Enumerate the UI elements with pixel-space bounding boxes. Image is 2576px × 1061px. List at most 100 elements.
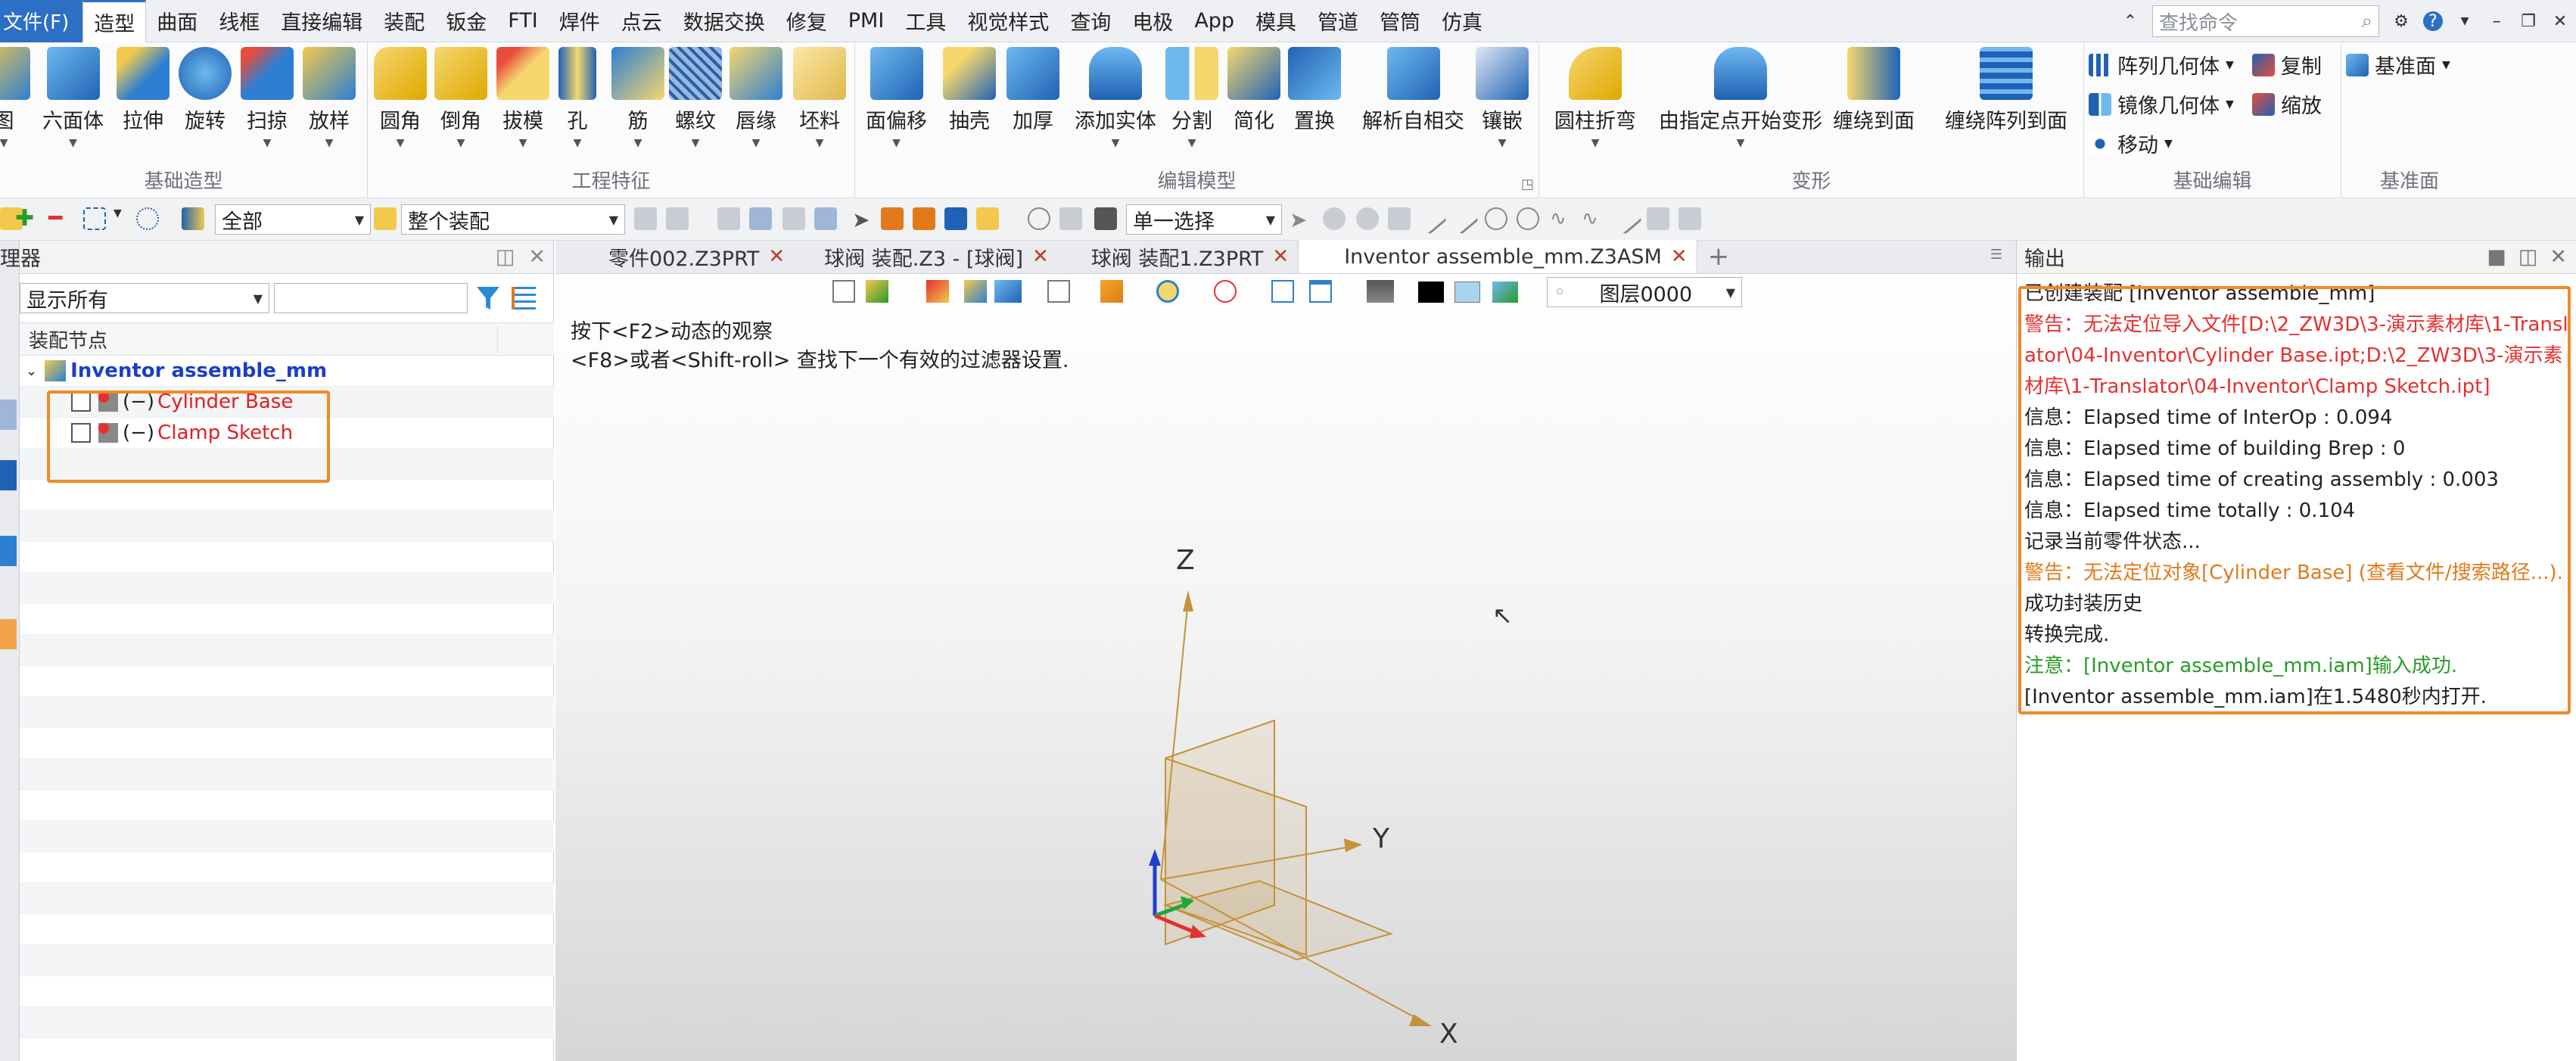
- file-menu[interactable]: 文件(F): [0, 0, 83, 42]
- output-close-icon[interactable]: ✕: [2550, 245, 2567, 269]
- line-icon[interactable]: [1414, 202, 1448, 235]
- menu-wireframe[interactable]: 线框: [208, 0, 270, 42]
- ribbon-btn-chamfer[interactable]: 倒角 ▼: [434, 47, 487, 149]
- menu-piping[interactable]: 管道: [1307, 0, 1369, 42]
- ribbon-btn-pattern[interactable]: 阵列几何体 ▼: [2089, 50, 2234, 79]
- menu-repair[interactable]: 修复: [776, 0, 838, 42]
- ribbon-btn-revolve[interactable]: 旋转: [179, 47, 232, 134]
- panel-close-icon[interactable]: ✕: [528, 245, 546, 269]
- stop-icon[interactable]: [1094, 207, 1117, 230]
- dock-icon-a[interactable]: [0, 400, 17, 430]
- ribbon-btn-cylinder-bend[interactable]: 圆柱折弯 ▼: [1554, 47, 1636, 149]
- curve-b-icon[interactable]: ∿: [1582, 207, 1604, 230]
- menu-electrode[interactable]: 电极: [1122, 0, 1184, 42]
- circle-icon[interactable]: [1485, 207, 1507, 230]
- ribbon-btn-simplify[interactable]: 简化: [1227, 47, 1280, 134]
- dock-icon-b[interactable]: [0, 460, 17, 490]
- ribbon-btn-face-offset[interactable]: 面偏移 ▼: [866, 47, 927, 149]
- menu-fti[interactable]: FTI: [497, 0, 549, 42]
- menu-surface[interactable]: 曲面: [146, 0, 208, 42]
- tree-options-icon[interactable]: [512, 287, 536, 310]
- help-icon[interactable]: ?: [2423, 11, 2443, 31]
- ribbon-btn-shell[interactable]: 抽壳: [943, 47, 996, 134]
- ribbon-btn-sweep[interactable]: 扫掠 ▼: [241, 47, 294, 149]
- menu-visual-style[interactable]: 视觉样式: [957, 0, 1059, 42]
- tool-f-icon[interactable]: [814, 207, 837, 230]
- ribbon-btn-split[interactable]: 分割 ▼: [1165, 47, 1218, 149]
- menu-pmi[interactable]: PMI: [838, 0, 895, 42]
- funnel-filter-icon[interactable]: [477, 287, 499, 310]
- play-icon[interactable]: [1356, 207, 1379, 230]
- tool-p-icon[interactable]: [1678, 207, 1701, 230]
- menu-app[interactable]: App: [1184, 0, 1245, 42]
- restore-icon[interactable]: ❐: [2518, 11, 2538, 31]
- lasso-icon[interactable]: [136, 207, 159, 230]
- tool-m-icon[interactable]: [1323, 207, 1346, 230]
- tool-c-icon[interactable]: [717, 207, 740, 230]
- filter-list-icon[interactable]: [182, 207, 204, 230]
- tool-e-icon[interactable]: [782, 207, 805, 230]
- select-mode-combo[interactable]: 单一选择 ▼: [1126, 204, 1282, 235]
- line-c-icon[interactable]: [1610, 202, 1643, 235]
- close-window-icon[interactable]: ✕: [2550, 11, 2570, 31]
- ribbon-btn-fillet[interactable]: 圆角 ▼: [374, 47, 427, 149]
- ribbon-btn-copy[interactable]: 复制: [2252, 50, 2322, 79]
- tool-g-icon[interactable]: [881, 207, 904, 230]
- line-b-icon[interactable]: [1446, 202, 1479, 235]
- menu-simulation[interactable]: 仿真: [1431, 0, 1493, 42]
- ribbon-btn-thread[interactable]: 螺纹 ▼: [669, 47, 722, 149]
- tool-i-icon[interactable]: [944, 207, 967, 230]
- ribbon-btn-move[interactable]: 移动 ▼: [2089, 129, 2173, 158]
- ribbon-btn-thicken[interactable]: 加厚: [1006, 47, 1059, 134]
- menu-modeling[interactable]: 造型: [82, 0, 147, 42]
- tool-a-icon[interactable]: [634, 207, 657, 230]
- dock-icon-c[interactable]: [0, 536, 17, 566]
- dock-icon-d[interactable]: [0, 619, 17, 649]
- close-tab-icon[interactable]: ✕: [1032, 245, 1049, 268]
- curve-icon[interactable]: ∿: [1550, 207, 1573, 230]
- tool-n-icon[interactable]: [1388, 207, 1411, 230]
- ribbon-btn-loft[interactable]: 放样 ▼: [303, 47, 356, 149]
- tool-l-icon[interactable]: [1059, 207, 1082, 230]
- menu-inquire[interactable]: 查询: [1059, 0, 1122, 42]
- tool-k-icon[interactable]: [1028, 207, 1050, 230]
- tab-part002[interactable]: 零件002.Z3PRT ✕: [555, 240, 794, 273]
- output-float-icon[interactable]: ◫: [2518, 245, 2538, 269]
- collapse-arrow-icon[interactable]: ⌄: [26, 363, 37, 379]
- ribbon-btn-mirror[interactable]: 镜像几何体 ▼: [2089, 89, 2234, 119]
- menu-weldment[interactable]: 焊件: [549, 0, 611, 42]
- ribbon-btn-block[interactable]: 六面体 ▼: [42, 47, 104, 149]
- minimize-icon[interactable]: –: [2487, 11, 2506, 31]
- ribbon-btn-deform-from-point[interactable]: 由指定点开始变形 ▼: [1659, 47, 1822, 149]
- box-select-dropdown-icon[interactable]: ▼: [114, 207, 136, 230]
- graphics-viewport[interactable]: ◦ 图层0000 ▼ 按下<F2>动态的观察 <F8>或者<Shift-roll…: [555, 274, 2016, 1061]
- tab-list-icon[interactable]: ☰: [1990, 247, 2002, 263]
- close-tab-icon[interactable]: ✕: [768, 245, 785, 268]
- add-icon[interactable]: ✚: [15, 207, 38, 230]
- tree-node-root[interactable]: ⌄ Inventor assemble_mm: [20, 356, 554, 387]
- cursor-gray-icon[interactable]: ➤: [1290, 207, 1312, 232]
- box-select-icon[interactable]: [83, 207, 106, 230]
- help-dropdown-icon[interactable]: ▼: [2455, 11, 2475, 31]
- tool-o-icon[interactable]: [1647, 207, 1669, 230]
- ribbon-btn-self-intersect[interactable]: 解析自相交: [1362, 47, 1464, 134]
- tab-ball-valve-assembly[interactable]: 球阀 装配.Z3 - [球阀] ✕: [794, 240, 1058, 273]
- tool-h-icon[interactable]: [913, 207, 935, 230]
- panel-float-icon[interactable]: ◫: [496, 245, 515, 269]
- close-tab-icon[interactable]: ✕: [1272, 245, 1289, 268]
- ribbon-btn-draft[interactable]: 拔模 ▼: [496, 47, 549, 149]
- ribbon-btn-hole[interactable]: 孔 ▼: [558, 47, 596, 149]
- tab-ball-valve-assembly1[interactable]: 球阀 装配1.Z3PRT ✕: [1058, 240, 1298, 273]
- menu-direct-edit[interactable]: 直接编辑: [270, 0, 373, 42]
- tool-j-icon[interactable]: [976, 207, 999, 230]
- ribbon-btn-lip[interactable]: 唇缘 ▼: [730, 47, 782, 149]
- group-expand-icon[interactable]: ◳: [1521, 176, 1534, 192]
- menu-data-exchange[interactable]: 数据交换: [673, 0, 776, 42]
- ribbon-btn-rib[interactable]: 筋 ▼: [611, 47, 664, 149]
- collapse-ribbon-icon[interactable]: ⌃: [2120, 11, 2140, 31]
- ribbon-btn-add-solid[interactable]: 添加实体 ▼: [1075, 47, 1156, 149]
- menu-sheetmetal[interactable]: 钣金: [435, 0, 497, 42]
- menu-mold[interactable]: 模具: [1245, 0, 1307, 42]
- new-tab-button[interactable]: +: [1697, 240, 1739, 273]
- tree-search-input[interactable]: [274, 283, 468, 313]
